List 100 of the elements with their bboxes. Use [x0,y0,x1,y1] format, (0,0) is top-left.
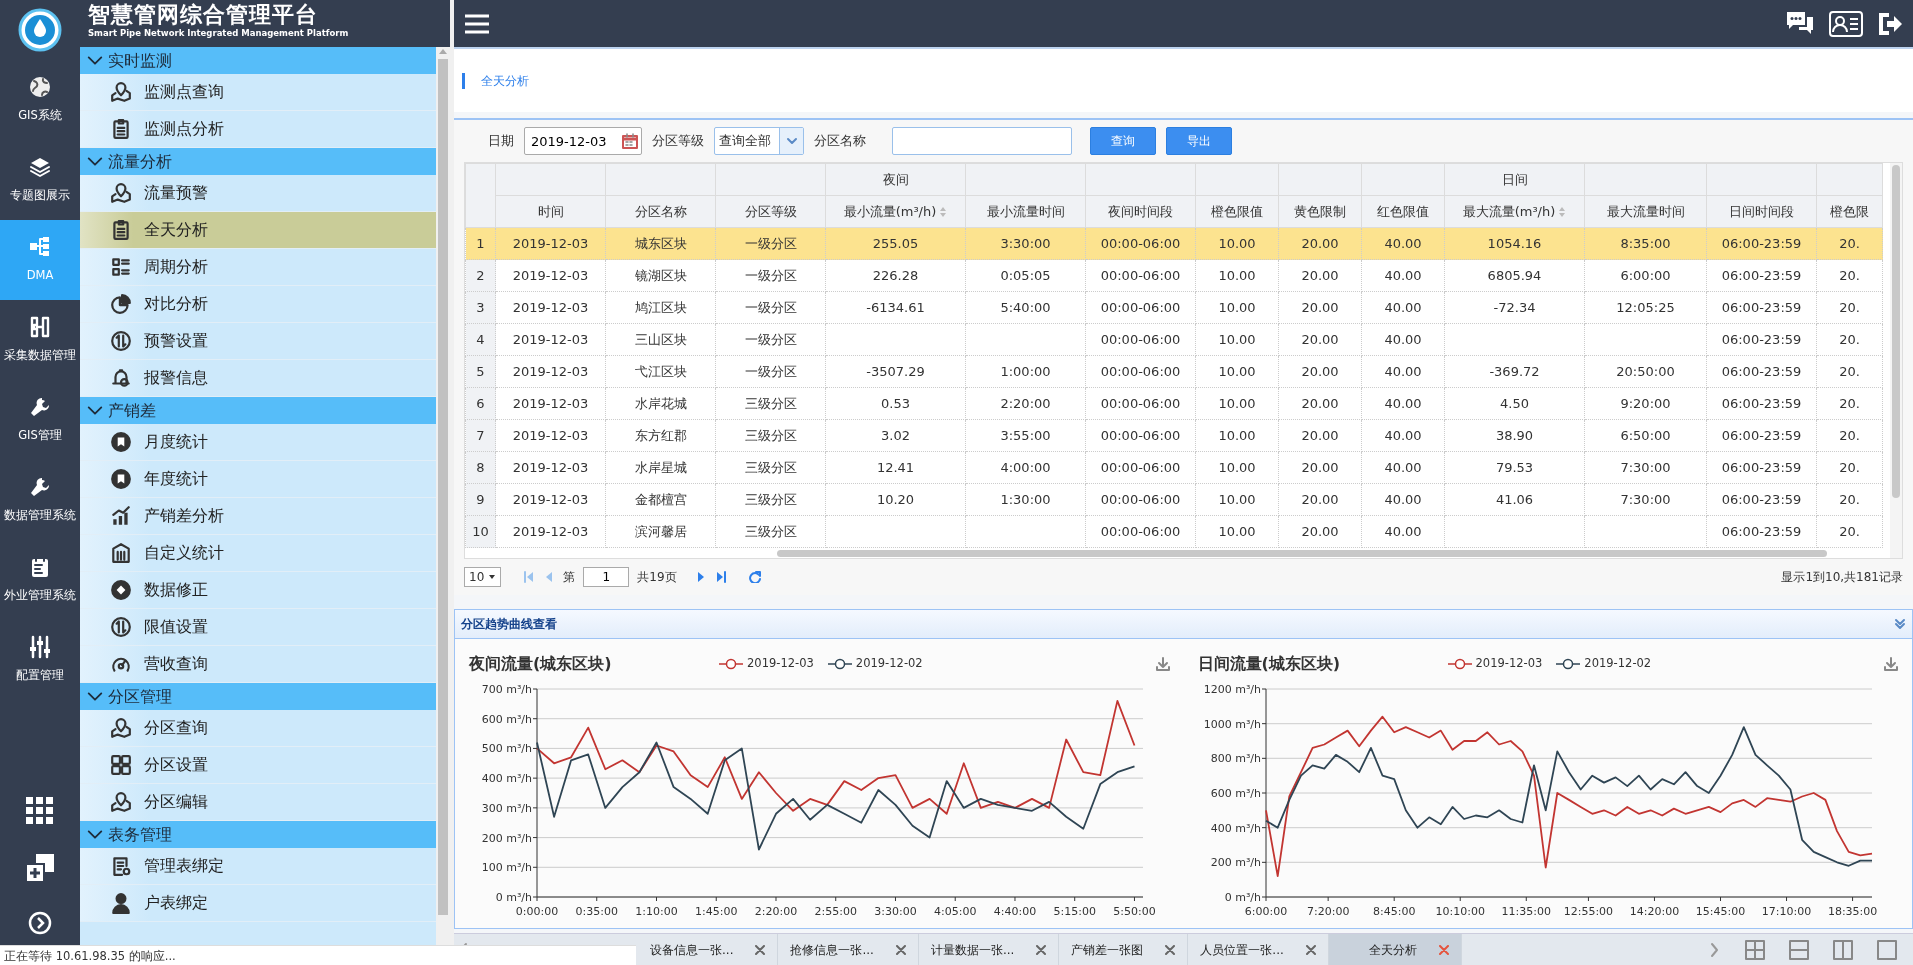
column-header[interactable]: 最小流量时间 [965,195,1086,228]
table-cell: 10.00 [1195,483,1279,516]
axis-label: 17:10:00 [1761,905,1811,918]
tab[interactable]: 计量数据一张... [918,934,1060,965]
date-field[interactable]: 2019-12-03 [524,127,642,155]
column-header[interactable]: 黄色限制 [1278,195,1362,228]
nav-item[interactable]: 专题图展示 [0,140,80,220]
table-row[interactable]: 10 2019-12-03 滨河馨居 三级分区 00:00-06:00 10.00 20.00 40.00 06:00-23:59 20. [465,515,1883,548]
axis-label: 600 m³/h [1210,787,1261,800]
breadcrumb-link[interactable]: 全天分析 [462,72,529,89]
menu-item[interactable]: 分区设置 [80,747,436,784]
menu-item[interactable]: 周期分析 [80,249,436,286]
menu-item[interactable]: 监测点查询 [80,74,436,111]
menu-item[interactable]: 报警信息 [80,360,436,397]
status-text: 正在等待 10.61.98.35 的响应... [0,945,636,965]
row-number: 4 [465,323,496,356]
table-cell: 10.00 [1195,227,1279,260]
column-header[interactable]: 时间 [495,195,606,228]
column-header[interactable]: 最小流量(m³/h) [825,195,966,228]
table-cell: -3507.29 [825,355,966,388]
row-number: 8 [465,451,496,484]
nav-item[interactable]: 外业管理系统 [0,540,80,620]
menu-item[interactable]: 全天分析 [80,212,436,249]
column-header[interactable]: 分区名称 [605,195,716,228]
field-label: 分区等级 [652,132,704,151]
menu-item[interactable]: 对比分析 [80,286,436,323]
tab[interactable]: 全天分析 [1328,934,1462,965]
table-row[interactable]: 2 2019-12-03 镜湖区块 一级分区 226.28 0:05:05 00:00-06:00 10.00 20.00 40.00 6805.94 6:00:00 06:00-23:59 20. [465,259,1883,292]
tab[interactable]: 人员位置一张... [1188,934,1329,965]
menu-item[interactable]: 自定义统计 [80,535,436,572]
menu-item[interactable]: 产销差分析 [80,498,436,535]
menu-item[interactable]: 管理表绑定 [80,848,436,885]
menu-group[interactable]: 表务管理 [80,821,436,848]
menu-group[interactable]: 实时监测 [80,47,436,74]
nav-item[interactable]: 配置管理 [0,620,80,700]
menu-item[interactable]: 年度统计 [80,461,436,498]
column-header[interactable]: 橙色限值 [1195,195,1279,228]
table-row[interactable]: 1 2019-12-03 城东区块 一级分区 255.05 3:30:00 00:00-06:00 10.00 20.00 40.00 1054.16 8:35:00 06:00-23:59 20. [465,227,1883,260]
table-cell: 三级分区 [715,419,826,452]
menu-group[interactable]: 流量分析 [80,148,436,175]
tab[interactable]: 产销差一张图 [1059,934,1189,965]
table-cell: 40.00 [1361,483,1445,516]
table-cell: 255.05 [825,227,966,260]
menu-item[interactable]: 营收查询 [80,646,436,683]
nav-item[interactable]: GIS管理 [0,380,80,460]
table-cell: 东方红郡 [605,419,716,452]
tab[interactable]: 抢修信息一张... [778,934,919,965]
page-label: 第 [563,569,576,586]
table-cell: 1054.16 [1444,227,1585,260]
menu-group[interactable]: 分区管理 [80,683,436,710]
axis-label: 10:10:00 [1435,905,1485,918]
table-row[interactable]: 5 2019-12-03 弋江区块 一级分区 -3507.29 1:00:00 00:00-06:00 10.00 20.00 40.00 -369.72 20:50:00 06:00-23:59 20. [465,355,1883,388]
table-row[interactable]: 3 2019-12-03 鸠江区块 一级分区 -6134.61 5:40:00 00:00-06:00 10.00 20.00 40.00 -72.34 12:05:25 06:00-23:59 20. [465,291,1883,324]
menu-item[interactable]: 数据修正 [80,572,436,609]
table-cell: 06:00-23:59 [1706,483,1817,516]
table-row[interactable]: 8 2019-12-03 水岸星城 三级分区 12.41 4:00:00 00:00-06:00 10.00 20.00 40.00 79.53 7:30:00 06:00-23:59 20. [465,451,1883,484]
table-cell: 40.00 [1361,419,1445,452]
page-size-select[interactable]: 10 [464,567,502,587]
menu-group[interactable]: 产销差 [80,397,436,424]
axis-label: 2:55:00 [814,905,857,918]
column-header[interactable]: 夜间时间段 [1085,195,1196,228]
nav-item[interactable]: 采集数据管理 [0,300,80,380]
table-row[interactable]: 7 2019-12-03 东方红郡 三级分区 3.02 3:55:00 00:00-06:00 10.00 20.00 40.00 38.90 6:50:00 06:00-23:59 20. [465,419,1883,452]
table-cell: 10.20 [825,483,966,516]
row-number: 3 [465,291,496,324]
nav-item[interactable]: GIS系统 [0,60,80,140]
table-cell: 2019-12-03 [495,227,606,260]
column-header[interactable]: 最大流量(m³/h) [1444,195,1585,228]
menu-item[interactable]: 监测点分析 [80,111,436,148]
nav-item[interactable]: 数据管理系统 [0,460,80,540]
table-cell: 20.00 [1278,323,1362,356]
table-cell: 06:00-23:59 [1706,451,1817,484]
table-cell: 三山区块 [605,323,716,356]
table-row[interactable]: 4 2019-12-03 三山区块 一级分区 00:00-06:00 10.00 20.00 40.00 06:00-23:59 20. [465,323,1883,356]
menu-item[interactable]: 月度统计 [80,424,436,461]
table-cell: 3.02 [825,419,966,452]
column-header[interactable]: 分区等级 [715,195,826,228]
axis-label: 200 m³/h [1210,856,1261,870]
table-cell: 2019-12-03 [495,259,606,292]
tab[interactable]: 设备信息一张... [638,934,779,965]
page-input[interactable]: 1 [583,567,630,587]
menu-item[interactable]: 预警设置 [80,323,436,360]
table-cell: 一级分区 [715,323,826,356]
column-header[interactable]: 橙色限 [1816,195,1883,228]
axis-label: 6:00:00 [1244,905,1287,918]
column-header[interactable]: 最大流量时间 [1584,195,1707,228]
menu-item[interactable]: 分区编辑 [80,784,436,821]
table-row[interactable]: 6 2019-12-03 水岸花城 三级分区 0.53 2:20:00 00:00-06:00 10.00 20.00 40.00 4.50 9:20:00 06:00-23:59 20. [465,387,1883,420]
menu-item[interactable]: 限值设置 [80,609,436,646]
menu-item[interactable]: 流量预警 [80,175,436,212]
level-select[interactable]: 查询全部 [714,127,804,155]
axis-label: 15:45:00 [1695,905,1745,918]
table-row[interactable]: 9 2019-12-03 金都檀宫 三级分区 10.20 1:30:00 00:00-06:00 10.00 20.00 40.00 41.06 7:30:00 06:00-23:59 20. [465,483,1883,516]
column-header[interactable]: 红色限值 [1361,195,1445,228]
table-cell: 00:00-06:00 [1085,323,1196,356]
column-header[interactable]: 日间时间段 [1706,195,1817,228]
menu-item[interactable]: 分区查询 [80,710,436,747]
menu-item[interactable]: 户表绑定 [80,885,436,922]
table-cell: 0.53 [825,387,966,420]
table-cell: 00:00-06:00 [1085,419,1196,452]
